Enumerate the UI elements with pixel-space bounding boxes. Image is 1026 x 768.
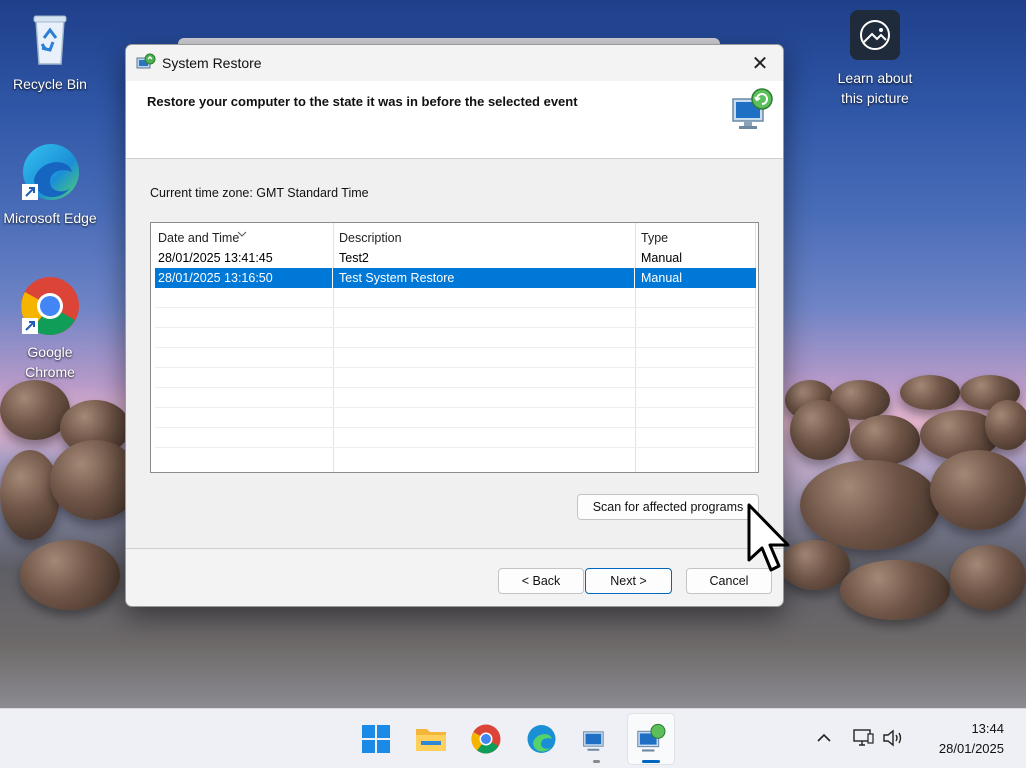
row-divider <box>155 407 756 408</box>
desktop-icon-label: Recycle Bin <box>13 76 87 92</box>
title-bar[interactable]: System Restore ✕ <box>126 45 783 81</box>
start-icon[interactable] <box>359 722 393 756</box>
row-divider <box>155 327 756 328</box>
edge-icon[interactable] <box>524 722 558 756</box>
column-header-date[interactable]: Date and Time <box>158 231 239 245</box>
network-icon[interactable] <box>851 726 875 750</box>
row-divider <box>155 447 756 448</box>
background-rock <box>985 400 1026 450</box>
clock[interactable]: 13:44 28/01/2025 <box>939 719 1004 759</box>
wizard-body: Current time zone: GMT Standard Time Dat… <box>126 159 783 549</box>
row-divider <box>155 347 756 348</box>
background-rock <box>930 450 1026 530</box>
wizard-header: Restore your computer to the state it wa… <box>126 81 783 159</box>
table-row-selected[interactable]: 28/01/2025 13:16:50 Test System Restore … <box>155 268 756 288</box>
recycle-bin-icon <box>20 8 80 68</box>
close-button[interactable]: ✕ <box>737 45 783 81</box>
chevron-up-icon[interactable] <box>812 726 836 750</box>
scan-affected-programs-button[interactable]: Scan for affected programs <box>577 494 759 520</box>
taskbar: 13:44 28/01/2025 <box>0 708 1026 768</box>
row-description: Test System Restore <box>339 271 455 285</box>
camera-icon <box>850 10 900 60</box>
clock-date: 28/01/2025 <box>938 741 1004 756</box>
restore-points-list[interactable]: Date and Time Description Type 28/01/202… <box>150 222 759 473</box>
mouse-cursor-icon <box>746 502 792 574</box>
desktop-icon-chrome[interactable]: Google Chrome <box>2 276 98 382</box>
background-rock <box>0 450 60 540</box>
row-divider <box>155 387 756 388</box>
volume-icon[interactable] <box>882 726 906 750</box>
row-date: 28/01/2025 13:16:50 <box>158 271 273 285</box>
sort-indicator-icon <box>237 224 247 242</box>
desktop-icon-edge[interactable]: Microsoft Edge <box>2 142 98 228</box>
close-icon: ✕ <box>751 52 769 75</box>
table-row[interactable]: 28/01/2025 13:41:45 Test2 Manual <box>155 248 756 268</box>
system-restore-icon[interactable] <box>579 722 613 756</box>
file-explorer-icon[interactable] <box>414 722 448 756</box>
row-type: Manual <box>641 271 682 285</box>
clock-time: 13:44 <box>971 721 1004 736</box>
row-description: Test2 <box>339 251 369 265</box>
background-rock <box>900 375 960 410</box>
system-restore-icon <box>136 53 156 73</box>
row-divider <box>155 307 756 308</box>
background-rock <box>800 460 940 550</box>
timezone-label: Current time zone: GMT Standard Time <box>150 186 369 200</box>
system-restore-banner-icon <box>729 87 775 133</box>
learn-about-picture-label: Learn about this picture <box>837 70 913 106</box>
next-button[interactable]: Next > <box>585 568 672 594</box>
row-date: 28/01/2025 13:41:45 <box>158 251 273 265</box>
background-rock <box>840 560 950 620</box>
row-type: Manual <box>641 251 682 265</box>
background-rock <box>790 400 850 460</box>
edge-icon <box>20 142 80 202</box>
desktop-icon-label: Google Chrome <box>25 344 75 380</box>
column-divider <box>634 268 635 288</box>
desktop-icon-recycle-bin[interactable]: Recycle Bin <box>2 8 98 94</box>
back-button[interactable]: < Back <box>498 568 584 594</box>
background-rock <box>20 540 120 610</box>
running-indicator <box>593 760 600 763</box>
window-title: System Restore <box>162 55 262 71</box>
system-restore-active-icon[interactable] <box>634 722 668 756</box>
background-rock <box>950 545 1026 610</box>
wizard-instruction: Restore your computer to the state it wa… <box>147 94 578 109</box>
desktop-icon-label: Microsoft Edge <box>3 210 97 226</box>
row-divider <box>155 367 756 368</box>
column-header-type[interactable]: Type <box>641 231 668 245</box>
row-divider <box>155 427 756 428</box>
learn-about-picture[interactable]: Learn about this picture <box>827 10 923 108</box>
active-indicator <box>642 760 660 763</box>
chrome-icon <box>20 276 80 336</box>
chrome-icon[interactable] <box>469 722 503 756</box>
column-divider <box>332 268 333 288</box>
system-restore-window: System Restore ✕ Restore your computer t… <box>125 44 784 607</box>
background-rock <box>850 415 920 465</box>
column-header-description[interactable]: Description <box>339 231 402 245</box>
